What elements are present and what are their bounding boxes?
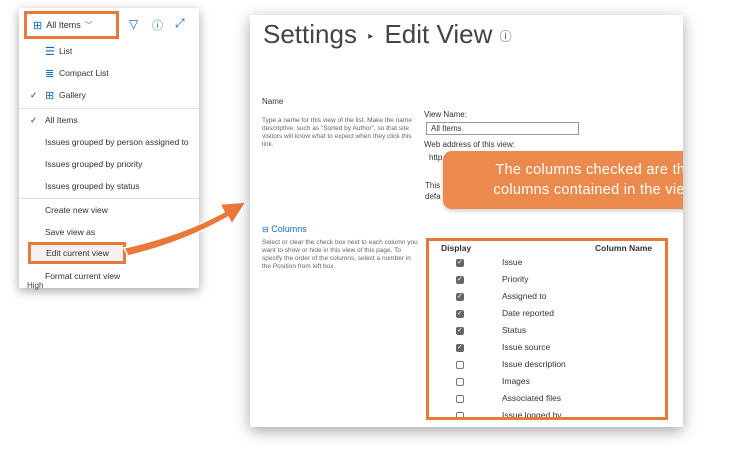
column-name: Date reported: [502, 308, 554, 318]
column-name: Priority: [502, 274, 529, 284]
menu-item-label: All Items: [45, 115, 78, 125]
column-row: Issue source: [429, 341, 665, 358]
display-checkbox[interactable]: [456, 361, 464, 369]
chevron-down-icon: ﹀: [84, 20, 93, 30]
column-name: Issue source: [502, 342, 551, 352]
list-icon: ☰: [45, 45, 55, 58]
edit-view-settings-panel: Settings ▸ Edit View ⓘ Name Type a name …: [250, 15, 683, 427]
column-row: Issue description: [429, 358, 665, 375]
display-checkbox[interactable]: [456, 395, 464, 403]
view-switcher-label: All Items: [46, 20, 81, 30]
column-row: Status: [429, 324, 665, 341]
display-checkbox[interactable]: [456, 343, 464, 352]
settings-title: Settings: [263, 19, 357, 49]
column-row: Issue: [429, 256, 665, 273]
menu-item-label: Edit current view: [46, 248, 109, 258]
display-checkbox[interactable]: [456, 275, 464, 284]
menu-item-label: Compact List: [59, 68, 109, 78]
column-name: Issue: [502, 257, 523, 267]
breadcrumb-arrow-icon: ▸: [368, 30, 374, 42]
checkmark-icon: ✓: [30, 114, 38, 125]
menu-item-gallery[interactable]: ✓ ⊞ Gallery: [19, 84, 199, 106]
page-title: Settings ▸ Edit View ⓘ: [263, 19, 512, 50]
name-section-heading: Name: [262, 97, 284, 106]
web-address-value: http: [429, 153, 443, 162]
collapse-icon: ⊟: [262, 225, 269, 234]
view-name-label: View Name:: [424, 110, 467, 119]
menu-item-label: List: [59, 46, 73, 56]
menu-item-list[interactable]: ☰ List: [19, 40, 199, 62]
display-checkbox[interactable]: [456, 412, 464, 417]
partial-text-line1: This: [425, 181, 441, 190]
menu-item-edit-current-view[interactable]: Edit current view: [28, 242, 126, 264]
column-name: Images: [502, 376, 530, 386]
expand-icon[interactable]: ⤢: [175, 16, 185, 31]
partial-text-line2: defa: [425, 192, 441, 201]
view-switcher-button[interactable]: ⊞ All Items ﹀: [24, 11, 119, 39]
filter-icon[interactable]: ▽: [129, 17, 138, 31]
menu-item-label: Create new view: [45, 205, 108, 215]
column-row: Assigned to: [429, 290, 665, 307]
name-section-description: Type a name for this view of the list. M…: [262, 117, 412, 148]
menu-item-label: Format current view: [45, 271, 121, 281]
column-name: Issue logged by: [502, 410, 562, 420]
web-address-label: Web address of this view:: [424, 140, 516, 149]
gallery-icon: ⊞: [45, 89, 55, 102]
menu-item-label: Issues grouped by priority: [45, 159, 143, 169]
columns-table: Display Column Name Issue Priority Assigne…: [426, 238, 668, 420]
column-row: Associated files: [429, 392, 665, 409]
column-name: Status: [502, 325, 527, 335]
callout-line2: columns contained in the view: [493, 182, 683, 198]
menu-item-format-current-view[interactable]: Format current view: [19, 265, 199, 287]
column-name-header: Column Name: [595, 243, 653, 253]
display-checkbox[interactable]: [456, 309, 464, 318]
display-column-header: Display: [441, 243, 472, 253]
grid-icon: ⊞: [33, 19, 43, 32]
column-name: Issue description: [502, 359, 566, 369]
annotation-callout: The columns checked are the columns cont…: [443, 151, 683, 209]
list-peek-text: High: [27, 281, 44, 290]
edit-view-title: Edit View: [384, 19, 493, 49]
compact-list-icon: ≣: [45, 67, 55, 80]
menu-item-compact-list[interactable]: ≣ Compact List: [19, 62, 199, 84]
info-icon[interactable]: ⓘ: [152, 17, 163, 33]
callout-line1: The columns checked are the: [495, 162, 683, 178]
menu-item-grouped-by-person[interactable]: Issues grouped by person assigned to: [19, 131, 199, 153]
display-checkbox[interactable]: [456, 378, 464, 386]
menu-item-label: Gallery: [59, 90, 86, 100]
checkmark-icon: ✓: [30, 89, 38, 100]
columns-heading-label: Columns: [271, 224, 307, 234]
command-bar: ⊞ All Items ﹀ ▽ ⓘ ⤢: [19, 8, 199, 42]
column-row: Issue logged by: [429, 409, 665, 420]
display-checkbox[interactable]: [456, 292, 464, 301]
column-row: Priority: [429, 273, 665, 290]
menu-item-grouped-by-priority[interactable]: Issues grouped by priority: [19, 153, 199, 175]
display-checkbox[interactable]: [456, 326, 464, 335]
column-row: Date reported: [429, 307, 665, 324]
columns-section-description: Select or clear the check box next to ea…: [262, 239, 418, 270]
display-checkbox[interactable]: [456, 258, 464, 267]
info-icon[interactable]: ⓘ: [500, 30, 512, 44]
menu-item-label: Save view as: [45, 227, 96, 237]
pointer-arrow: [122, 201, 248, 257]
view-name-input[interactable]: All Items: [426, 122, 579, 135]
column-name: Associated files: [502, 393, 562, 403]
menu-item-all-items[interactable]: ✓ All Items: [19, 109, 199, 131]
menu-item-label: Issues grouped by person assigned to: [45, 137, 189, 147]
column-row: Images: [429, 375, 665, 392]
column-name: Assigned to: [502, 291, 547, 301]
columns-section-heading[interactable]: ⊟ Columns: [262, 224, 307, 234]
